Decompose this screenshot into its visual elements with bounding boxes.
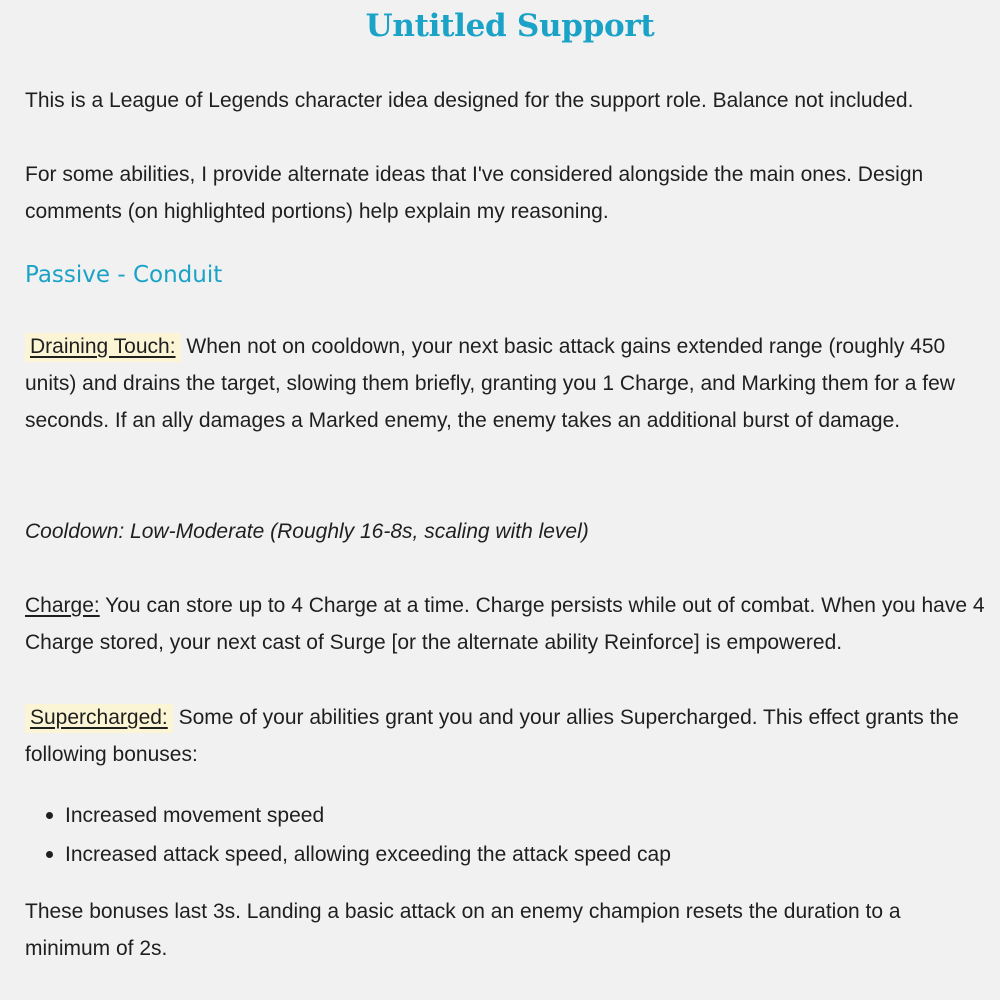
draining-touch-paragraph: Draining Touch: When not on cooldown, yo… [25,328,985,439]
intro-paragraph-1: This is a League of Legends character id… [25,89,914,112]
supercharged-comment-highlight[interactable]: Supercharged: [25,704,173,733]
list-item: Increased movement speed [25,796,671,835]
bonus-list: Increased movement speed Increased attac… [25,796,671,874]
draining-touch-comment-highlight[interactable]: Draining Touch: [25,333,181,362]
list-item: Increased attack speed, allowing exceedi… [25,835,671,874]
charge-label: Charge: [25,594,100,617]
intro-paragraph-2: For some abilities, I provide alternate … [25,163,924,223]
passive-heading: Passive - Conduit [25,262,223,288]
supercharged-paragraph: Supercharged: Some of your abilities gra… [25,699,985,773]
closing-paragraph: These bonuses last 3s. Landing a basic a… [25,900,901,960]
charge-text: You can store up to 4 Charge at a time. … [25,594,985,654]
charge-paragraph: Charge: You can store up to 4 Charge at … [25,587,985,661]
document-title: Untitled Support [365,8,655,44]
cooldown-text: Cooldown: Low-Moderate (Roughly 16-8s, s… [25,520,589,543]
document: Untitled Support This is a League of Leg… [25,0,985,1000]
